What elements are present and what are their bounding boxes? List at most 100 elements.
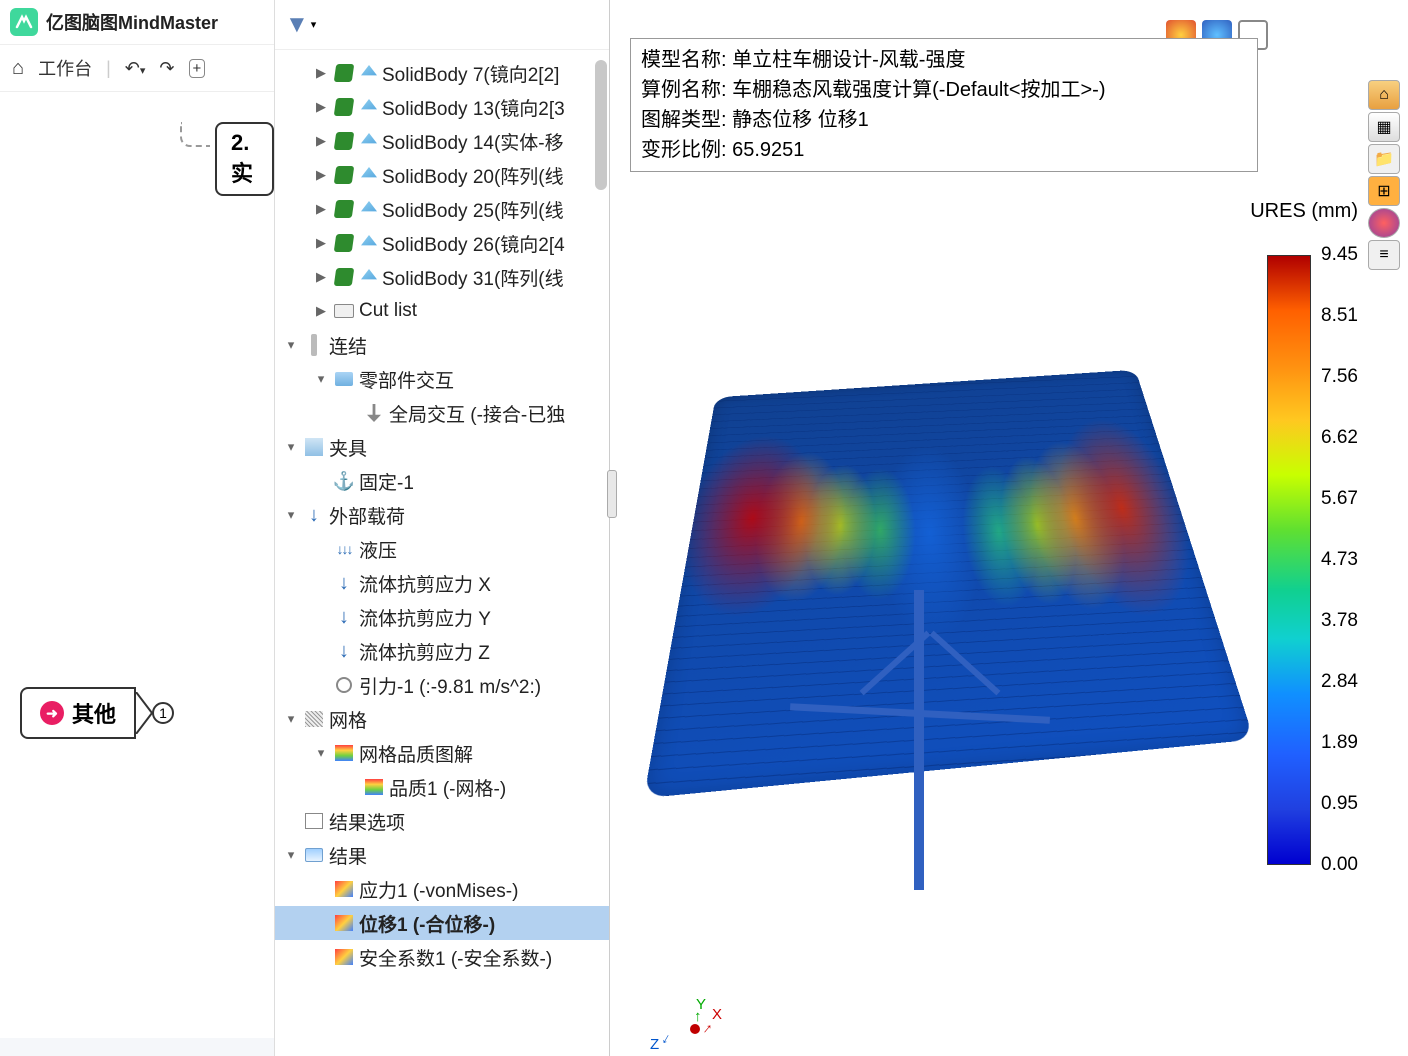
mindmaster-title-bar: 亿图脑图MindMaster — [0, 0, 274, 45]
solid-icon — [361, 99, 377, 115]
collapse-icon[interactable]: ▾ — [283, 711, 299, 727]
collapse-icon[interactable]: ▾ — [283, 439, 299, 455]
quality-plot-icon — [365, 779, 383, 795]
mindmap-node-other[interactable]: ➜ 其他 1 — [20, 687, 174, 739]
view-folder-button[interactable]: 📁 — [1368, 144, 1400, 174]
collapse-icon[interactable]: ▾ — [283, 847, 299, 863]
tree-item-fos[interactable]: 安全系数1 (-安全系数-) — [275, 940, 609, 974]
tree-item-global-interact[interactable]: 全局交互 (-接合-已独 — [275, 396, 609, 430]
workbench-label[interactable]: 工作台 — [38, 55, 92, 81]
mindmap-node[interactable]: 2.实 — [215, 122, 274, 196]
expand-icon[interactable]: ▶ — [313, 65, 329, 81]
solidbody-label: SolidBody 31(阵列(线 — [382, 264, 564, 291]
solid-icon — [361, 133, 377, 149]
tree-item-loads[interactable]: ▾↓外部载荷 — [275, 498, 609, 532]
tree-item-pressure[interactable]: ↓↓↓液压 — [275, 532, 609, 566]
view-orient-button[interactable]: ▦ — [1368, 112, 1400, 142]
filter-icon[interactable]: ▼ — [285, 11, 309, 39]
tree-item-solidbody[interactable]: ▶ SolidBody 31(阵列(线 — [275, 260, 609, 294]
force-icon: ↓ — [339, 572, 349, 595]
tree-item-stress[interactable]: 应力1 (-vonMises-) — [275, 872, 609, 906]
expand-icon[interactable]: ▶ — [313, 235, 329, 251]
folder-icon — [334, 304, 354, 318]
scale-gradient — [1267, 255, 1311, 865]
undo-button[interactable]: ↶▾ — [125, 58, 146, 79]
global-icon — [367, 404, 381, 422]
home-icon[interactable]: ⌂ — [12, 57, 24, 80]
expand-icon[interactable]: ▶ — [313, 167, 329, 183]
tree-item-quality1[interactable]: 品质1 (-网格-) — [275, 770, 609, 804]
tree-scrollbar[interactable] — [595, 60, 607, 190]
tree-item-solidbody[interactable]: ▶SolidBody 25(阵列(线 — [275, 192, 609, 226]
model-name-label: 模型名称: — [641, 49, 727, 71]
axis-z-arrow: ↑ — [658, 1030, 673, 1048]
dashed-connector — [180, 122, 210, 147]
fea-model[interactable] — [650, 280, 1210, 900]
tree-item-cutlist[interactable]: ▶Cut list — [275, 294, 609, 328]
tree-item-solidbody[interactable]: ▶SolidBody 7(镜向2[2] — [275, 56, 609, 90]
solidbody-label: SolidBody 13(镜向2[3 — [382, 94, 565, 121]
view-appearance-button[interactable] — [1368, 208, 1400, 238]
color-scale: 9.458.517.566.625.674.733.782.841.890.95… — [1267, 195, 1358, 865]
study-name-value: 车棚稳态风载强度计算(-Default<按加工>-) — [732, 79, 1105, 101]
collapse-icon[interactable]: ▾ — [313, 745, 329, 761]
tree-item-displacement[interactable]: 位移1 (-合位移-) — [275, 906, 609, 940]
tree-item-result-options[interactable]: 结果选项 — [275, 804, 609, 838]
axis-x-label: X — [712, 1006, 722, 1023]
tree-item-shear-y[interactable]: ↓流体抗剪应力 Y — [275, 600, 609, 634]
model-surface — [644, 370, 1254, 798]
triad-origin — [690, 1024, 700, 1034]
tree-item-shear-x[interactable]: ↓流体抗剪应力 X — [275, 566, 609, 600]
force-icon: ↓ — [339, 640, 349, 663]
collapse-icon[interactable]: ▾ — [283, 337, 299, 353]
redo-button[interactable]: ↷ — [159, 58, 174, 79]
plot-type-value: 静态位移 位移1 — [732, 109, 869, 131]
graphics-view[interactable]: 模型名称: 单立柱车棚设计-风载-强度 算例名称: 车棚稳态风载强度计算(-De… — [610, 0, 1408, 1056]
body-icon — [334, 98, 355, 116]
tree-item-connections[interactable]: ▾连结 — [275, 328, 609, 362]
collapse-icon[interactable]: ▾ — [283, 507, 299, 523]
expand-icon[interactable]: ▶ — [313, 99, 329, 115]
solid-icon — [361, 269, 377, 285]
solid-icon — [361, 235, 377, 251]
collapse-icon[interactable]: ▾ — [313, 371, 329, 387]
mesh-icon — [305, 711, 323, 727]
model-column — [914, 590, 924, 890]
expand-icon[interactable]: ▶ — [313, 133, 329, 149]
axis-x-arrow: ↑ — [699, 1020, 716, 1038]
tree-item-mesh-quality[interactable]: ▾网格品质图解 — [275, 736, 609, 770]
filter-dropdown-icon[interactable]: ▾ — [311, 18, 317, 31]
simulation-tree-panel: ▼▾ ▶SolidBody 7(镜向2[2]▶SolidBody 13(镜向2[… — [275, 0, 610, 1056]
expand-icon[interactable]: ▶ — [313, 269, 329, 285]
fos-plot-icon — [335, 949, 353, 965]
tree-item-gravity[interactable]: 引力-1 (:-9.81 m/s^2:) — [275, 668, 609, 702]
tree-item-solidbody[interactable]: ▶SolidBody 26(镜向2[4 — [275, 226, 609, 260]
tree-item-fixed[interactable]: ⚓固定-1 — [275, 464, 609, 498]
tree-filter-bar[interactable]: ▼▾ — [275, 0, 609, 50]
tree-item-solidbody[interactable]: ▶ SolidBody 13(镜向2[3 — [275, 90, 609, 124]
displacement-plot-icon — [335, 915, 353, 931]
mindmaster-title: 亿图脑图MindMaster — [46, 9, 218, 35]
tree-item-solidbody[interactable]: ▶SolidBody 14(实体-移 — [275, 124, 609, 158]
expand-icon[interactable]: ▶ — [313, 303, 329, 319]
tree-item-results[interactable]: ▾结果 — [275, 838, 609, 872]
tree-item-shear-z[interactable]: ↓流体抗剪应力 Z — [275, 634, 609, 668]
expand-icon[interactable]: ▶ — [313, 201, 329, 217]
other-label: 其他 — [72, 697, 116, 729]
solid-icon — [361, 167, 377, 183]
pressure-icon: ↓↓↓ — [337, 541, 352, 557]
tree-item-fixture[interactable]: ▾夹具 — [275, 430, 609, 464]
splitter-handle[interactable] — [607, 470, 617, 518]
axis-y-arrow: ↑ — [694, 1008, 702, 1025]
add-button[interactable]: + — [189, 59, 206, 78]
view-home-button[interactable]: ⌂ — [1368, 80, 1400, 110]
tree-item-mesh[interactable]: ▾网格 — [275, 702, 609, 736]
tree-body[interactable]: ▶SolidBody 7(镜向2[2]▶SolidBody 13(镜向2[3▶S… — [275, 50, 609, 1056]
tree-item-solidbody[interactable]: ▶SolidBody 20(阵列(线 — [275, 158, 609, 192]
view-settings-button[interactable]: ≡ — [1368, 240, 1400, 270]
solid-icon — [361, 201, 377, 217]
view-layout-button[interactable]: ⊞ — [1368, 176, 1400, 206]
solid-icon — [361, 65, 377, 81]
mindmaster-canvas[interactable]: 2.实 ➜ 其他 1 — [0, 92, 274, 1038]
tree-item-part-interact[interactable]: ▾零部件交互 — [275, 362, 609, 396]
